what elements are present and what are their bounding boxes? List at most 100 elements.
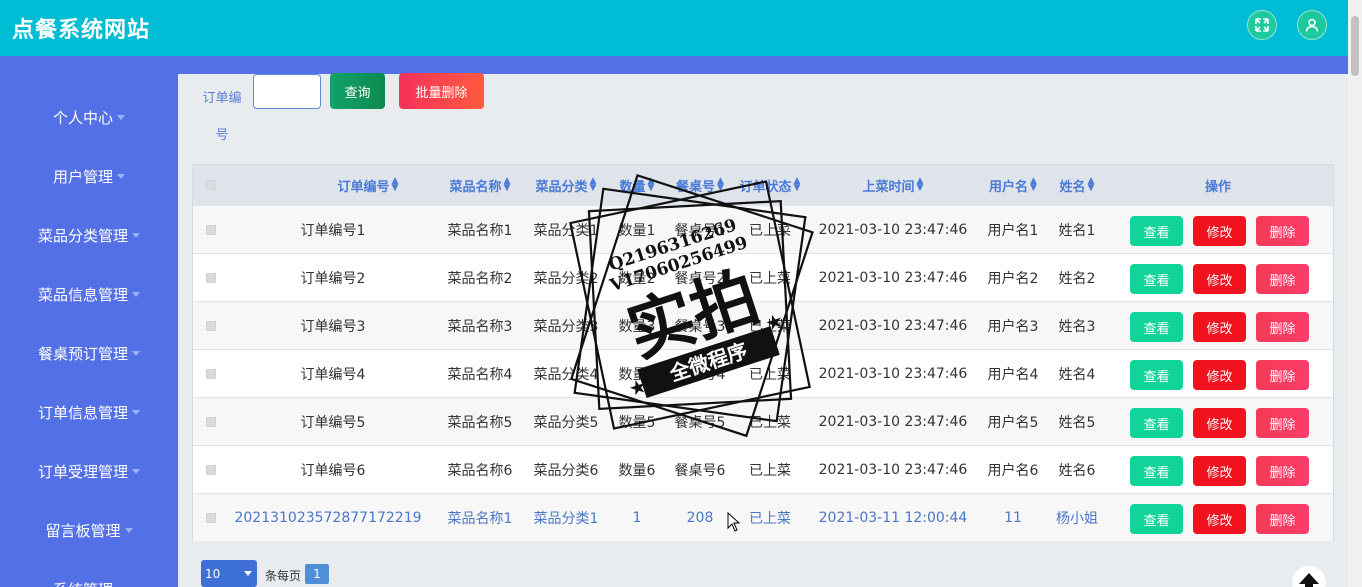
delete-button[interactable]: 删除 [1256, 312, 1309, 342]
cell-serve-time: 2021-03-10 23:47:46 [818, 317, 968, 334]
sidebar-item-label: 个人中心 [52, 108, 113, 127]
view-button[interactable]: 查看 [1130, 312, 1183, 342]
column-header[interactable]: 订单编号 ▲ ▼ [283, 165, 453, 205]
sidebar-item-label: 菜品信息管理 [37, 285, 128, 304]
delete-button[interactable]: 删除 [1256, 504, 1309, 534]
cell-order-no: 订单编号1 [300, 222, 366, 239]
row-checkbox[interactable] [201, 254, 221, 301]
sidebar-item-label: 订单信息管理 [37, 403, 128, 422]
user-menu-button[interactable] [1297, 10, 1327, 40]
cell-status: 已上菜 [749, 462, 791, 479]
sidebar-item-user-management[interactable]: 用户管理 [0, 156, 178, 196]
sidebar-item-dish-category[interactable]: 菜品分类管理 [0, 215, 178, 255]
edit-button[interactable]: 修改 [1193, 456, 1246, 486]
edit-button[interactable]: 修改 [1193, 408, 1246, 438]
cell-username: 用户名4 [987, 366, 1039, 383]
fullscreen-button[interactable] [1247, 10, 1277, 40]
column-header-label: 菜品分类 [535, 179, 588, 195]
orders-table: 订单编号 ▲ ▼ 菜品名称 ▲ ▼ 菜品分类 ▲ ▼ 数量 ▲ ▼ 餐桌号 ▲ ▼ 订单状态 ▲ ▼ 上… [192, 164, 1334, 541]
mouse-cursor-icon [727, 512, 741, 532]
bulk-delete-button[interactable]: 批量删除 [399, 73, 484, 109]
cell-dish-name: 菜品名称4 [447, 366, 513, 383]
delete-button[interactable]: 删除 [1256, 360, 1309, 390]
scrollbar[interactable] [1348, 0, 1362, 587]
cell-name: 姓名5 [1058, 414, 1096, 431]
delete-button[interactable]: 删除 [1256, 456, 1309, 486]
cell-username: 用户名1 [987, 222, 1039, 239]
row-checkbox[interactable] [201, 494, 221, 541]
row-checkbox[interactable] [201, 350, 221, 397]
column-header[interactable]: 姓名 ▲ ▼ [1049, 165, 1105, 205]
delete-button[interactable]: 删除 [1256, 408, 1309, 438]
column-header[interactable]: 餐桌号 ▲ ▼ [667, 165, 733, 205]
cell-username: 11 [1004, 509, 1022, 526]
cell-serve-time: 2021-03-10 23:47:46 [818, 461, 968, 478]
column-header[interactable]: 数量 ▲ ▼ [611, 165, 663, 205]
view-button[interactable]: 查看 [1130, 264, 1183, 294]
column-header-label: 餐桌号 [676, 179, 716, 195]
sort-icon: ▲ ▼ [1030, 176, 1037, 193]
sidebar-item-label: 订单受理管理 [37, 462, 128, 481]
column-header[interactable]: 上菜时间 ▲ ▼ [813, 165, 973, 205]
view-button[interactable]: 查看 [1130, 456, 1183, 486]
row-checkbox[interactable] [201, 206, 221, 253]
sidebar-item-message-board[interactable]: 留言板管理 [0, 510, 178, 550]
cell-name: 姓名1 [1058, 222, 1096, 239]
sort-icon: ▲ ▼ [647, 176, 655, 193]
page-number-current[interactable]: 1 [305, 564, 329, 584]
sidebar-item-order-info[interactable]: 订单信息管理 [0, 392, 178, 432]
order-number-input[interactable] [253, 74, 321, 109]
view-button[interactable]: 查看 [1130, 360, 1183, 390]
page-size-select[interactable]: 10 [201, 560, 257, 587]
cell-serve-time: 2021-03-11 12:00:44 [818, 509, 968, 526]
sidebar-item-table-booking[interactable]: 餐桌预订管理 [0, 333, 178, 373]
column-header[interactable]: 用户名 ▲ ▼ [981, 165, 1045, 205]
edit-button[interactable]: 修改 [1193, 216, 1246, 246]
edit-button[interactable]: 修改 [1193, 312, 1246, 342]
row-checkbox[interactable] [201, 446, 221, 493]
sidebar-item-order-accept[interactable]: 订单受理管理 [0, 451, 178, 491]
cell-order-no: 202131023572877172219 [234, 509, 422, 526]
delete-button[interactable]: 删除 [1256, 216, 1309, 246]
cell-table-no: 餐桌号1 [674, 222, 726, 239]
cell-dish-name: 菜品名称5 [447, 414, 513, 431]
cell-table-no: 餐桌号5 [674, 414, 726, 431]
sidebar-item-personal-center[interactable]: 个人中心 [0, 97, 178, 137]
view-button[interactable]: 查看 [1130, 408, 1183, 438]
table-row: 订单编号5 菜品名称5 菜品分类5 数量5 餐桌号5 已上菜 2021-03-1… [193, 397, 1333, 445]
edit-button[interactable]: 修改 [1193, 504, 1246, 534]
cell-dish-name: 菜品名称6 [447, 462, 513, 479]
cell-dish-name: 菜品名称2 [447, 270, 513, 287]
view-button[interactable]: 查看 [1130, 216, 1183, 246]
caret-down-icon [132, 350, 140, 356]
sidebar-item-label: 留言板管理 [45, 521, 121, 540]
row-checkbox[interactable] [201, 302, 221, 349]
caret-down-icon [124, 527, 133, 533]
cell-dish-category: 菜品分类5 [533, 414, 599, 431]
cell-dish-category: 菜品分类4 [533, 366, 599, 383]
scrollbar-thumb[interactable] [1351, 16, 1359, 76]
view-button[interactable]: 查看 [1130, 504, 1183, 534]
back-to-top-button[interactable] [1292, 566, 1326, 587]
select-all-checkbox[interactable] [201, 165, 221, 205]
sidebar-item-dish-info[interactable]: 菜品信息管理 [0, 274, 178, 314]
column-header[interactable]: 菜品名称 ▲ ▼ [443, 165, 517, 205]
table-row: 订单编号1 菜品名称1 菜品分类1 数量1 餐桌号1 已上菜 2021-03-1… [193, 205, 1333, 253]
query-button[interactable]: 查询 [330, 73, 385, 109]
top-bar: 点餐系统网站 [0, 0, 1348, 56]
checkbox-box [206, 464, 216, 475]
sidebar-item-system[interactable]: 系统管理 [0, 569, 178, 587]
column-header[interactable]: 菜品分类 ▲ ▼ [529, 165, 603, 205]
checkbox-box [206, 368, 216, 379]
cell-status: 已上菜 [749, 270, 791, 287]
sort-icon: ▲ ▼ [503, 176, 511, 193]
edit-button[interactable]: 修改 [1193, 360, 1246, 390]
edit-button[interactable]: 修改 [1193, 264, 1246, 294]
cell-quantity: 数量5 [618, 414, 656, 431]
cell-quantity: 数量4 [618, 366, 656, 383]
column-header[interactable]: 订单状态 ▲ ▼ [733, 165, 807, 205]
row-checkbox[interactable] [201, 398, 221, 445]
cell-dish-name: 菜品名称3 [447, 318, 513, 335]
caret-down-icon [117, 114, 125, 120]
delete-button[interactable]: 删除 [1256, 264, 1309, 294]
